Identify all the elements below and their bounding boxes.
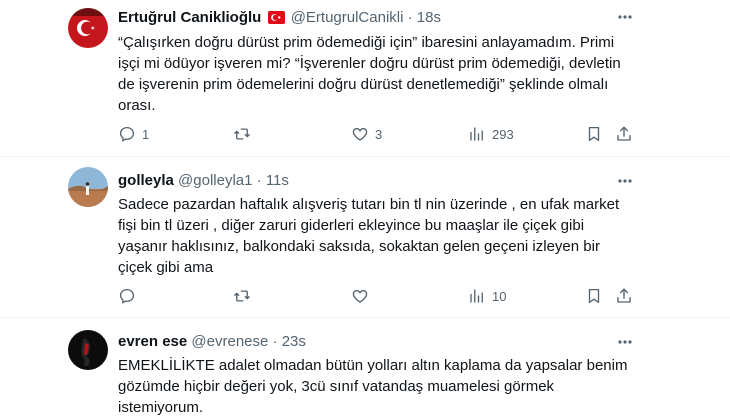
tweet-header: Ertuğrul Caniklioğlu @ErtugrulCanikli · … bbox=[118, 9, 441, 29]
timestamp[interactable]: 23s bbox=[282, 333, 306, 350]
views-button[interactable]: 10 bbox=[468, 287, 506, 305]
views-button[interactable]: 293 bbox=[468, 125, 514, 143]
tweet-header: evren ese @evrenese · 23s bbox=[118, 333, 306, 350]
more-options-icon[interactable] bbox=[612, 8, 638, 26]
views-icon bbox=[470, 289, 483, 303]
views-icon bbox=[470, 127, 483, 141]
avatar-photo-image bbox=[68, 167, 108, 207]
tweet-3[interactable]: evren ese @evrenese · 23s EMEKLİLİKTE ad… bbox=[0, 318, 730, 420]
more-options-icon[interactable] bbox=[612, 333, 638, 351]
heart-icon bbox=[352, 127, 368, 141]
author-handle[interactable]: @ErtugrulCanikli bbox=[291, 9, 404, 26]
author-name[interactable]: golleyla bbox=[118, 172, 174, 189]
more-options-icon[interactable] bbox=[612, 172, 638, 190]
avatar-photo-image bbox=[68, 330, 108, 370]
like-count: 3 bbox=[375, 126, 383, 142]
tweet-text: Sadece pazardan haftalık alışveriş tutar… bbox=[118, 196, 620, 276]
reply-count: 1 bbox=[142, 126, 150, 142]
bookmark-icon bbox=[588, 126, 600, 142]
avatar[interactable] bbox=[68, 8, 108, 48]
like-button[interactable]: 3 bbox=[351, 125, 382, 143]
reply-button[interactable] bbox=[118, 287, 142, 305]
retweet-button[interactable] bbox=[233, 287, 257, 305]
tweet-2[interactable]: golleyla @golleyla1 · 11s Sadece pazarda… bbox=[0, 157, 730, 317]
flag-emoji bbox=[267, 11, 285, 29]
bookmark-button[interactable] bbox=[585, 125, 603, 143]
tweet-header: golleyla @golleyla1 · 11s bbox=[118, 172, 289, 189]
author-name[interactable]: evren ese bbox=[118, 333, 187, 350]
avatar[interactable] bbox=[68, 330, 108, 370]
views-count: 10 bbox=[492, 288, 507, 304]
avatar[interactable] bbox=[68, 167, 108, 207]
share-button[interactable] bbox=[615, 287, 633, 305]
timestamp[interactable]: 18s bbox=[417, 9, 441, 26]
share-button[interactable] bbox=[615, 125, 633, 143]
retweet-icon bbox=[234, 128, 250, 140]
reply-icon bbox=[119, 288, 135, 304]
tweet-text: “Çalışırken doğru dürüst prim ödemediği … bbox=[118, 34, 621, 114]
share-icon bbox=[617, 126, 631, 141]
author-name[interactable]: Ertuğrul Caniklioğlu bbox=[118, 9, 261, 26]
bookmark-button[interactable] bbox=[585, 287, 603, 305]
reply-button[interactable]: 1 bbox=[118, 125, 149, 143]
author-handle[interactable]: @golleyla1 bbox=[178, 172, 252, 189]
author-handle[interactable]: @evrenese bbox=[191, 333, 268, 350]
avatar-flag-image bbox=[68, 8, 108, 48]
bookmark-icon bbox=[588, 288, 600, 304]
views-count: 293 bbox=[492, 126, 514, 142]
retweet-icon bbox=[234, 290, 250, 302]
share-icon bbox=[617, 288, 631, 303]
tweet-1[interactable]: Ertuğrul Caniklioğlu @ErtugrulCanikli · … bbox=[0, 0, 730, 156]
tweet-text: EMEKLİLİKTE adalet olmadan bütün yolları… bbox=[118, 357, 628, 416]
timestamp[interactable]: 11s bbox=[266, 172, 289, 189]
retweet-button[interactable] bbox=[233, 125, 257, 143]
reply-icon bbox=[119, 126, 135, 142]
like-button[interactable] bbox=[351, 287, 375, 305]
heart-icon bbox=[352, 289, 368, 303]
